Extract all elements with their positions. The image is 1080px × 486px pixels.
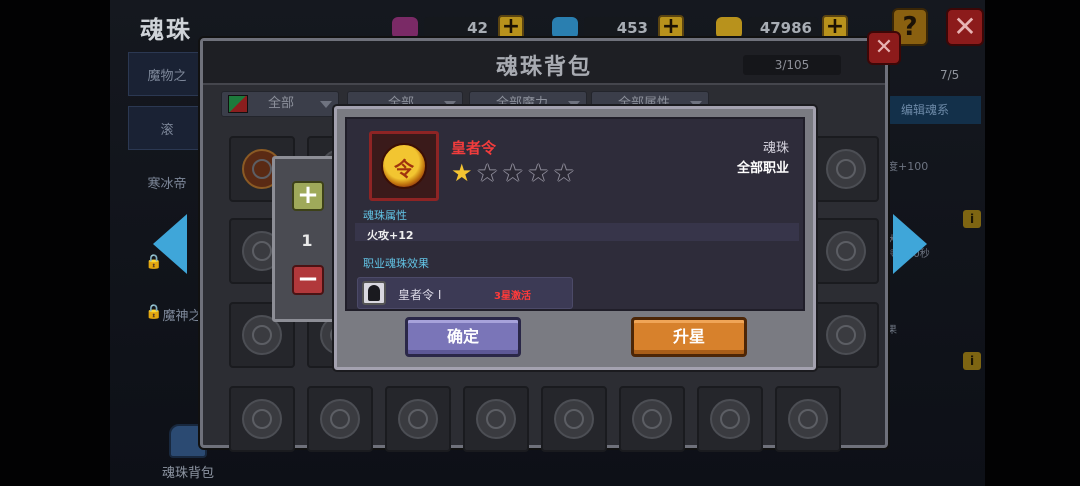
bag-header: 魂珠背包 3/105	[203, 41, 885, 85]
sidebar-item-label: 魔神之	[162, 308, 202, 324]
right-edge	[985, 0, 1080, 486]
soul-slot[interactable]	[541, 386, 607, 452]
confirm-button[interactable]: 确定	[405, 317, 521, 357]
soul-gem-icon	[826, 149, 866, 189]
soul-slot[interactable]	[813, 136, 879, 202]
soul-gem-icon	[710, 399, 750, 439]
info-icon[interactable]: i	[963, 352, 981, 370]
star-empty-icon: ★	[527, 159, 550, 187]
quantity-panel: + 1 −	[272, 156, 342, 322]
close-bag-button[interactable]: ✕	[867, 31, 901, 65]
sidebar-item-label: 魔物之	[147, 68, 187, 84]
soul-gem-icon	[554, 399, 594, 439]
effect-name: 皇者令 I	[398, 288, 442, 302]
effect-text: 果	[887, 325, 897, 336]
quantity-value: 1	[301, 231, 313, 250]
soul-gem-icon	[398, 399, 438, 439]
sidebar-item-label: 寒冰帝	[147, 176, 187, 192]
star-empty-icon: ★	[553, 159, 575, 187]
star-empty-icon: ★	[502, 159, 524, 187]
detail-content: 令 皇者令 ★ ★ ★ ★ ★ 魂珠 全部职业 魂珠属性 火攻+12 职业魂珠效…	[345, 117, 805, 311]
soul-gem-icon	[826, 231, 866, 271]
soul-gem-icon	[788, 399, 828, 439]
soul-slot[interactable]	[813, 218, 879, 284]
chevron-down-icon	[320, 101, 332, 108]
sidebar-item-locked[interactable]: 🔒 魔神之	[128, 292, 206, 336]
soul-gem-icon	[320, 399, 360, 439]
item-job: 全部职业	[736, 161, 789, 176]
item-frame: 令	[369, 131, 439, 201]
currency-value: 47986	[748, 17, 818, 39]
attr-text: 度+100	[887, 160, 929, 173]
character-portrait-icon	[362, 281, 386, 305]
star-empty-icon: ★	[476, 159, 499, 187]
lock-icon: 🔒	[145, 304, 163, 320]
purple-gem-icon	[392, 17, 418, 39]
star-filled-icon: ★	[451, 159, 473, 187]
currency-value: 42	[424, 17, 494, 39]
filter-label: 全部	[268, 96, 295, 111]
soul-slot[interactable]	[813, 302, 879, 368]
soul-gem-icon	[242, 399, 282, 439]
soul-slot[interactable]	[229, 386, 295, 452]
increase-button[interactable]: +	[292, 181, 324, 211]
right-panel: 7/5 编辑魂系 度+100 i 大的移 持续10秒 果 i	[885, 62, 981, 486]
soul-detail-popup: 令 皇者令 ★ ★ ★ ★ ★ 魂珠 全部职业 魂珠属性 火攻+12 职业魂珠效…	[334, 106, 816, 370]
soul-slot[interactable]	[697, 386, 763, 452]
bag-capacity: 3/105	[743, 55, 841, 75]
item-name: 皇者令	[451, 139, 497, 157]
sidebar-item-label: 滚	[160, 122, 174, 138]
soul-slot[interactable]	[775, 386, 841, 452]
sidebar-item[interactable]: 寒冰帝	[128, 160, 206, 204]
next-arrow-icon[interactable]	[893, 214, 927, 274]
attr-value: 火攻+12	[367, 229, 414, 242]
sidebar-item[interactable]: 魔物之	[128, 52, 206, 96]
prev-arrow-icon[interactable]	[153, 214, 187, 274]
effect-activation-tag: 3星激活	[494, 291, 531, 302]
left-edge	[0, 0, 110, 486]
item-type: 魂珠	[762, 141, 789, 156]
soul-slot[interactable]	[307, 386, 373, 452]
decrease-button[interactable]: −	[292, 265, 324, 295]
soul-bag-label: 魂珠背包	[161, 466, 214, 481]
upgrade-star-button[interactable]: 升星	[631, 317, 747, 357]
royal-token-icon: 令	[381, 143, 427, 189]
edit-soul-button[interactable]: 编辑魂系	[885, 96, 981, 124]
soul-gem-icon	[476, 399, 516, 439]
soul-slot[interactable]	[463, 386, 529, 452]
star-rating: ★ ★ ★ ★ ★	[451, 161, 579, 185]
soul-slot[interactable]	[619, 386, 685, 452]
gold-coin-icon	[716, 17, 742, 39]
currency-value: 453	[584, 17, 654, 39]
equip-count: 7/5	[940, 68, 960, 82]
category-flag-icon	[228, 95, 248, 113]
effect-row[interactable]: 皇者令 I 3星激活	[357, 277, 573, 309]
close-screen-button[interactable]: ✕	[946, 8, 984, 46]
page-title: 魂珠	[140, 16, 192, 44]
blue-gem-icon	[552, 17, 578, 39]
effect-section-label: 职业魂珠效果	[363, 257, 429, 270]
attr-row-bg	[355, 223, 799, 241]
soul-gem-icon	[826, 315, 866, 355]
sidebar-item[interactable]: 滚	[128, 106, 206, 150]
filter-category[interactable]: 全部	[221, 91, 339, 117]
soul-slot[interactable]	[385, 386, 451, 452]
soul-gem-icon	[632, 399, 672, 439]
attr-section-label: 魂珠属性	[363, 209, 407, 222]
info-icon[interactable]: i	[963, 210, 981, 228]
